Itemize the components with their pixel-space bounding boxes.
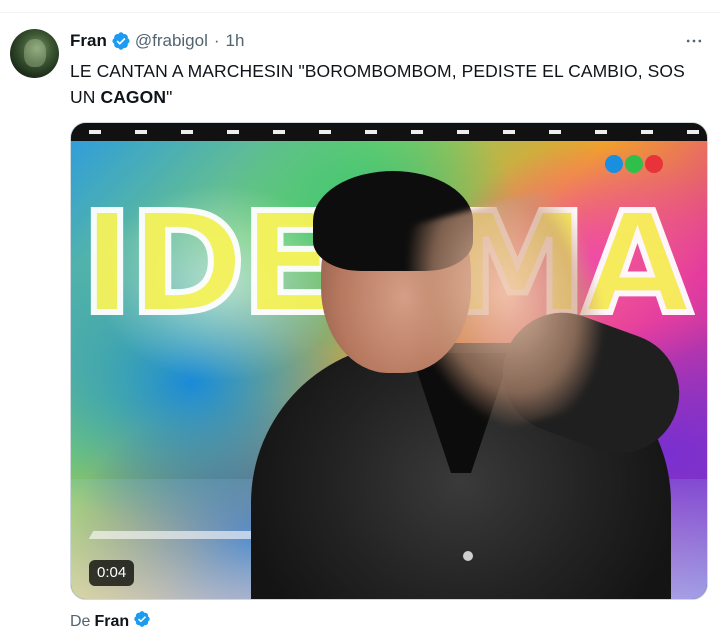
tweet-text-end: " bbox=[166, 87, 173, 107]
avatar[interactable] bbox=[10, 29, 59, 78]
attribution-name[interactable]: Fran bbox=[94, 613, 129, 627]
timestamp[interactable]: 1h bbox=[226, 31, 245, 51]
person-figure bbox=[251, 163, 697, 599]
more-options-icon[interactable] bbox=[682, 29, 706, 53]
tweet-text: LE CANTAN A MARCHESIN "BOROMBOMBOM, PEDI… bbox=[70, 58, 700, 110]
attribution[interactable]: De Fran bbox=[70, 610, 151, 627]
author-name[interactable]: Fran bbox=[70, 31, 107, 51]
tweet-header: Fran @frabigol · 1h bbox=[70, 29, 244, 53]
verified-badge-icon bbox=[111, 31, 131, 51]
verified-badge-icon bbox=[133, 610, 151, 627]
author-handle[interactable]: @frabigol bbox=[135, 31, 208, 51]
video-duration-badge: 0:04 bbox=[89, 560, 135, 586]
video-top-strip bbox=[71, 123, 707, 141]
attribution-prefix: De bbox=[70, 612, 91, 627]
video-player[interactable]: IDEOMA 0:04 bbox=[70, 122, 708, 600]
tweet-text-bold: CAGON bbox=[100, 87, 167, 107]
tweet[interactable]: Fran @frabigol · 1h LE CANTAN A MARCHESI… bbox=[0, 13, 720, 627]
separator-dot: · bbox=[213, 31, 220, 50]
